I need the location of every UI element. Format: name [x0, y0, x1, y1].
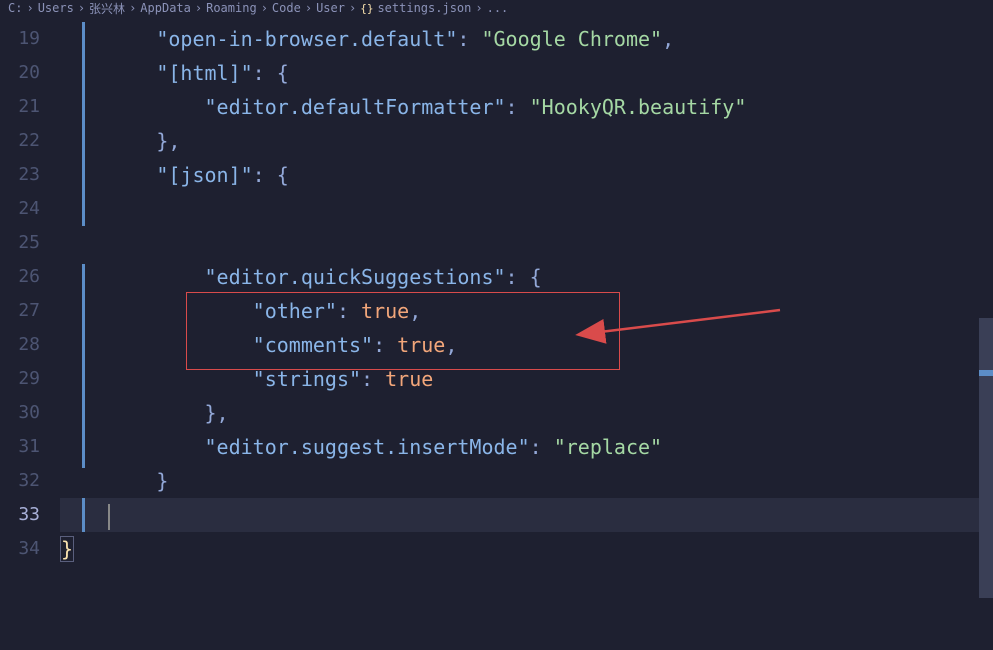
breadcrumb-item[interactable]: AppData: [140, 1, 191, 15]
code-line[interactable]: "comments": true,: [60, 328, 993, 362]
line-number: 34: [0, 532, 40, 566]
json-file-icon: {}: [360, 2, 373, 15]
modified-indicator: [82, 22, 85, 226]
colon: :: [253, 61, 265, 85]
json-key: "strings": [253, 367, 361, 391]
comma: ,: [409, 299, 421, 323]
line-number: 32: [0, 464, 40, 498]
line-number: 22: [0, 124, 40, 158]
colon: :: [373, 333, 385, 357]
comma: ,: [662, 27, 674, 51]
chevron-right-icon: ›: [349, 1, 356, 15]
code-line[interactable]: "open-in-browser.default": "Google Chrom…: [60, 22, 993, 56]
comma: ,: [168, 129, 180, 153]
json-string: "HookyQR.beautify": [530, 95, 747, 119]
code-line[interactable]: "[html]": {: [60, 56, 993, 90]
line-number-gutter: 19 20 21 22 23 24 25 26 27 28 29 30 31 3…: [0, 18, 60, 650]
breadcrumb-item[interactable]: 张兴林: [89, 0, 125, 17]
json-key: "editor.quickSuggestions": [205, 265, 506, 289]
breadcrumb-item[interactable]: C:: [8, 1, 22, 15]
modified-indicator: [82, 498, 85, 532]
chevron-right-icon: ›: [261, 1, 268, 15]
breadcrumb-item[interactable]: Code: [272, 1, 301, 15]
code-line[interactable]: },: [60, 124, 993, 158]
chevron-right-icon: ›: [195, 1, 202, 15]
code-line[interactable]: "editor.suggest.insertMode": "replace": [60, 430, 993, 464]
json-key: "[json]": [156, 163, 252, 187]
modified-indicator: [82, 264, 85, 468]
comma: ,: [217, 401, 229, 425]
text-cursor: [108, 504, 110, 530]
brace-close: }: [156, 469, 168, 493]
brace-close: }: [156, 129, 168, 153]
line-number: 28: [0, 328, 40, 362]
breadcrumb[interactable]: C: › Users › 张兴林 › AppData › Roaming › C…: [0, 0, 993, 18]
colon: :: [506, 265, 518, 289]
json-bool: true: [361, 299, 409, 323]
breadcrumb-item[interactable]: Roaming: [206, 1, 257, 15]
colon: :: [337, 299, 349, 323]
code-line[interactable]: "editor.quickSuggestions": {: [60, 260, 993, 294]
code-line[interactable]: },: [60, 396, 993, 430]
breadcrumb-item[interactable]: User: [316, 1, 345, 15]
line-number: 26: [0, 260, 40, 294]
code-line[interactable]: [60, 226, 993, 260]
code-line[interactable]: "[json]": {: [60, 158, 993, 192]
colon: :: [361, 367, 373, 391]
line-number: 20: [0, 56, 40, 90]
brace-open: {: [530, 265, 542, 289]
code-line[interactable]: }: [60, 532, 993, 566]
code-line-active[interactable]: [60, 498, 993, 532]
code-line[interactable]: "strings": true: [60, 362, 993, 396]
line-number: 23: [0, 158, 40, 192]
code-line[interactable]: "editor.defaultFormatter": "HookyQR.beau…: [60, 90, 993, 124]
json-string: "replace": [554, 435, 662, 459]
line-number: 21: [0, 90, 40, 124]
json-key: "open-in-browser.default": [156, 27, 457, 51]
line-number: 19: [0, 22, 40, 56]
chevron-right-icon: ›: [78, 1, 85, 15]
chevron-right-icon: ›: [305, 1, 312, 15]
breadcrumb-item[interactable]: ...: [487, 1, 509, 15]
line-number-active: 33: [0, 498, 40, 532]
chevron-right-icon: ›: [129, 1, 136, 15]
colon: :: [253, 163, 265, 187]
comma: ,: [445, 333, 457, 357]
code-editor[interactable]: 19 20 21 22 23 24 25 26 27 28 29 30 31 3…: [0, 18, 993, 650]
breadcrumb-item[interactable]: Users: [38, 1, 74, 15]
chevron-right-icon: ›: [475, 1, 482, 15]
brace-close: }: [205, 401, 217, 425]
colon: :: [530, 435, 542, 459]
line-number: 25: [0, 226, 40, 260]
line-number: 29: [0, 362, 40, 396]
json-bool: true: [385, 367, 433, 391]
line-number: 24: [0, 192, 40, 226]
code-line[interactable]: "other": true,: [60, 294, 993, 328]
json-key: "editor.suggest.insertMode": [205, 435, 530, 459]
json-bool: true: [397, 333, 445, 357]
line-number: 31: [0, 430, 40, 464]
brace-open: {: [277, 163, 289, 187]
colon: :: [457, 27, 469, 51]
code-content[interactable]: "open-in-browser.default": "Google Chrom…: [60, 18, 993, 650]
brace-open: {: [277, 61, 289, 85]
chevron-right-icon: ›: [26, 1, 33, 15]
json-key: "[html]": [156, 61, 252, 85]
json-string: "Google Chrome": [481, 27, 662, 51]
breadcrumb-item[interactable]: settings.json: [377, 1, 471, 15]
json-key: "comments": [253, 333, 373, 357]
json-key: "other": [253, 299, 337, 323]
line-number: 27: [0, 294, 40, 328]
brace-close-matched: }: [60, 536, 74, 562]
json-key: "editor.defaultFormatter": [205, 95, 506, 119]
line-number: 30: [0, 396, 40, 430]
colon: :: [506, 95, 518, 119]
code-line[interactable]: [60, 192, 993, 226]
code-line[interactable]: }: [60, 464, 993, 498]
